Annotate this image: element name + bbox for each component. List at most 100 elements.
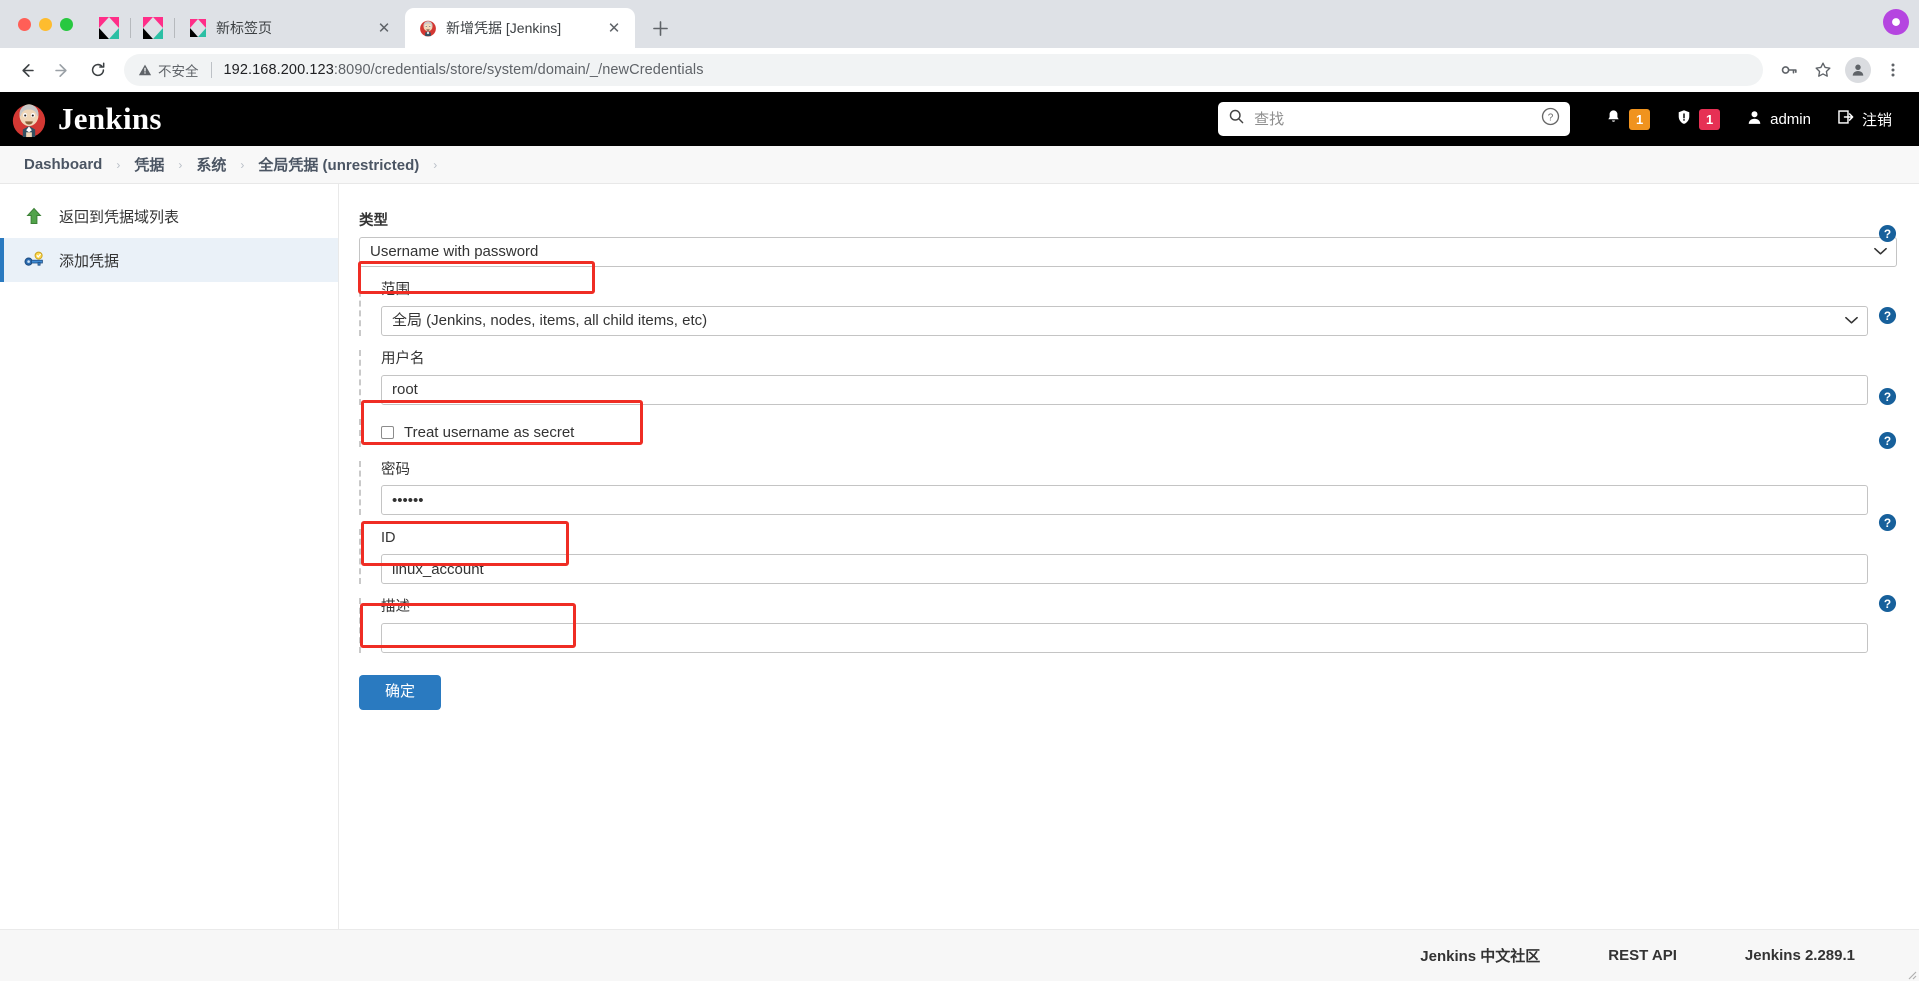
field-label-description: 描述 bbox=[381, 599, 410, 616]
omnibox-divider bbox=[210, 62, 212, 78]
jenkins-brand-title: Jenkins bbox=[58, 101, 162, 136]
sidebar-item-add-credentials[interactable]: 添加凭据 bbox=[0, 238, 338, 282]
kuaishou-k-icon bbox=[143, 17, 163, 39]
breadcrumb-item-system[interactable]: 系统 bbox=[194, 154, 228, 175]
pinned-tab-1[interactable] bbox=[87, 8, 131, 48]
close-icon[interactable]: ✕ bbox=[375, 19, 393, 37]
field-type: 类型 Username with password bbox=[359, 212, 1897, 267]
field-treat-username-secret: Treat username as secret bbox=[359, 418, 1897, 447]
pinned-tab-2[interactable] bbox=[131, 8, 175, 48]
window-minimize-button[interactable] bbox=[39, 17, 52, 31]
window-close-button[interactable] bbox=[18, 17, 31, 31]
profile-avatar[interactable] bbox=[1845, 57, 1871, 83]
not-secure-indicator[interactable]: 不安全 bbox=[138, 60, 199, 80]
password-input[interactable] bbox=[381, 485, 1868, 516]
scope-select-wrap: 全局 (Jenkins, nodes, items, all child ite… bbox=[381, 305, 1868, 336]
footer-link-rest-api[interactable]: REST API bbox=[1574, 947, 1711, 964]
browser-tab-jenkins-new-credentials[interactable]: 新增凭据 [Jenkins] ✕ bbox=[405, 8, 635, 48]
credentials-form: 类型 Username with password 范围 全局 (Jenkins… bbox=[339, 184, 1919, 929]
user-name: admin bbox=[1770, 110, 1811, 128]
window-maximize-button[interactable] bbox=[60, 17, 73, 31]
footer-link-community[interactable]: Jenkins 中文社区 bbox=[1386, 945, 1574, 966]
jenkins-butler-icon bbox=[10, 100, 48, 138]
logout-button[interactable]: 注销 bbox=[1824, 92, 1905, 146]
field-label-password: 密码 bbox=[381, 461, 410, 478]
user-menu[interactable]: admin bbox=[1733, 92, 1824, 146]
reload-button[interactable] bbox=[82, 54, 114, 86]
search-input[interactable] bbox=[1254, 110, 1533, 128]
sidebar: 返回到凭据域列表 添加凭据 bbox=[0, 184, 339, 929]
kuaishou-k-icon bbox=[99, 17, 119, 39]
svg-text:?: ? bbox=[1884, 434, 1891, 448]
kuaishou-k-icon bbox=[189, 19, 207, 37]
chevron-right-icon: › bbox=[433, 157, 438, 172]
help-icon-username[interactable]: ? bbox=[1878, 306, 1897, 330]
breadcrumb-item-global-credentials[interactable]: 全局凭据 (unrestricted) bbox=[256, 154, 421, 175]
svg-text:?: ? bbox=[1884, 516, 1891, 530]
field-description: 描述 bbox=[359, 598, 1897, 654]
resize-grip[interactable] bbox=[1905, 967, 1917, 980]
treat-username-as-secret-checkbox[interactable] bbox=[381, 426, 394, 440]
window-traffic-lights bbox=[10, 0, 87, 48]
help-icon-id[interactable]: ? bbox=[1878, 513, 1897, 537]
description-input[interactable] bbox=[381, 623, 1868, 654]
extension-badge-icon[interactable] bbox=[1883, 9, 1909, 35]
new-tab-button[interactable] bbox=[643, 11, 677, 45]
sidebar-item-back-to-domain-list[interactable]: 返回到凭据域列表 bbox=[0, 194, 338, 238]
sidebar-item-label: 添加凭据 bbox=[59, 252, 120, 270]
browser-window: 新标签页 ✕ 新增凭据 [Jenkins] ✕ 不安全 192.168.200.… bbox=[0, 0, 1919, 981]
field-label-id: ID bbox=[381, 530, 396, 547]
address-bar[interactable]: 不安全 192.168.200.123:8090/credentials/sto… bbox=[124, 54, 1763, 86]
tab-title: 新标签页 bbox=[216, 20, 272, 36]
logout-label: 注销 bbox=[1861, 111, 1892, 129]
url-text: 192.168.200.123:8090/credentials/store/s… bbox=[224, 62, 704, 78]
toolbar-icons bbox=[1773, 54, 1909, 86]
chevron-right-icon: › bbox=[240, 157, 245, 172]
help-icon-description[interactable]: ? bbox=[1878, 594, 1897, 618]
scope-select[interactable]: 全局 (Jenkins, nodes, items, all child ite… bbox=[381, 305, 1868, 336]
field-id: ID bbox=[359, 529, 1897, 585]
security-label: 不安全 bbox=[158, 64, 199, 79]
submit-button[interactable]: 确定 bbox=[359, 675, 442, 710]
help-icon-scope[interactable]: ? bbox=[1878, 224, 1897, 248]
svg-text:?: ? bbox=[1884, 597, 1891, 611]
id-input[interactable] bbox=[381, 554, 1868, 585]
jenkins-butler-icon bbox=[419, 19, 437, 37]
security-alerts-button[interactable]: 1 bbox=[1663, 92, 1733, 146]
bell-icon bbox=[1605, 108, 1622, 130]
back-button[interactable] bbox=[10, 54, 42, 86]
shield-alert-icon bbox=[1676, 108, 1692, 130]
key-icon[interactable] bbox=[1773, 54, 1805, 86]
question-circle-icon[interactable]: ? bbox=[1541, 107, 1560, 131]
header-actions: 1 1 admin 注销 bbox=[1592, 92, 1905, 146]
search-icon bbox=[1228, 108, 1245, 130]
type-select[interactable]: Username with password bbox=[359, 236, 1897, 267]
close-icon[interactable]: ✕ bbox=[605, 19, 623, 37]
forward-button[interactable] bbox=[46, 54, 78, 86]
browser-window-right-actions bbox=[1883, 9, 1909, 35]
url-host: 192.168.200.123 bbox=[223, 62, 334, 78]
breadcrumb-item-dashboard[interactable]: Dashboard bbox=[22, 156, 104, 173]
field-scope: 范围 全局 (Jenkins, nodes, items, all child … bbox=[359, 280, 1897, 336]
page-footer: Jenkins 中文社区 REST API Jenkins 2.289.1 bbox=[0, 929, 1919, 981]
treat-username-as-secret-label: Treat username as secret bbox=[404, 424, 575, 442]
browser-tabstrip: 新标签页 ✕ 新增凭据 [Jenkins] ✕ bbox=[0, 0, 1919, 48]
svg-text:?: ? bbox=[1548, 113, 1554, 124]
browser-tab-new-tab-page[interactable]: 新标签页 ✕ bbox=[175, 8, 406, 48]
username-input[interactable] bbox=[381, 374, 1868, 405]
type-select-wrap: Username with password bbox=[359, 236, 1897, 267]
page-body: 返回到凭据域列表 添加凭据 类型 Username with password … bbox=[0, 184, 1919, 929]
bookmark-star-icon[interactable] bbox=[1807, 54, 1839, 86]
field-username: 用户名 bbox=[359, 349, 1897, 405]
jenkins-header: Jenkins ? 1 bbox=[0, 92, 1919, 146]
notifications-badge: 1 bbox=[1629, 108, 1651, 130]
jenkins-brand-link[interactable]: Jenkins bbox=[10, 100, 162, 138]
notifications-button[interactable]: 1 bbox=[1592, 92, 1663, 146]
breadcrumb: Dashboard › 凭据 › 系统 › 全局凭据 (unrestricted… bbox=[0, 146, 1919, 184]
help-icon-treat-secret[interactable]: ? bbox=[1878, 387, 1897, 411]
breadcrumb-item-credentials[interactable]: 凭据 bbox=[132, 154, 166, 175]
search-box[interactable]: ? bbox=[1218, 102, 1571, 136]
svg-text:?: ? bbox=[1884, 227, 1891, 241]
help-icon-password[interactable]: ? bbox=[1878, 431, 1897, 455]
chrome-menu-icon[interactable] bbox=[1877, 54, 1909, 86]
